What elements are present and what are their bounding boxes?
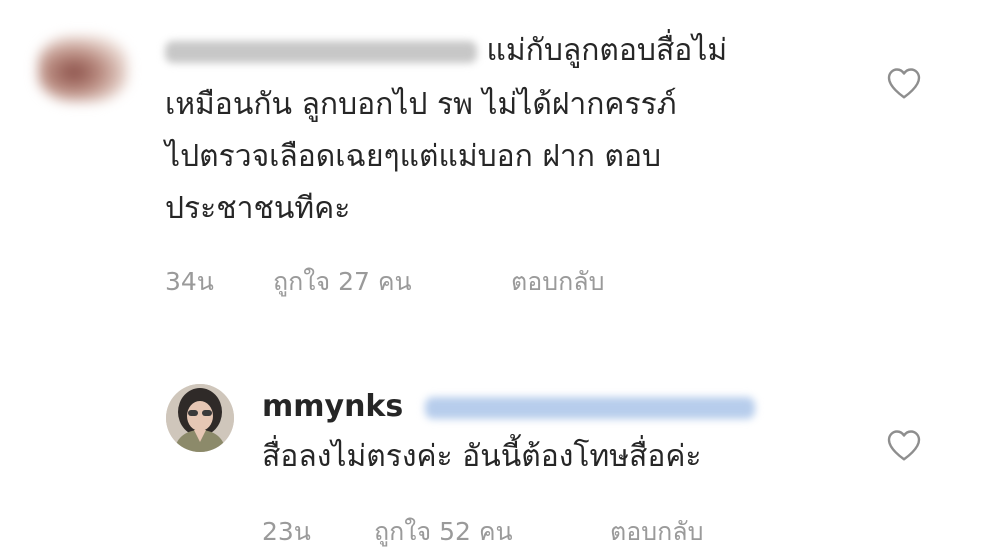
timestamp: 23น [262, 517, 311, 546]
comment-2-header-row: mmynks [262, 382, 755, 432]
avatar[interactable] [38, 36, 128, 102]
heart-icon[interactable] [886, 66, 922, 100]
comment-1-line-1-row: แม่กับลูกตอบสื่อไม่ [165, 26, 727, 76]
comment-2-meta: 23น ถูกใจ 52 คน ตอบกลับ [262, 512, 703, 552]
comment-2-text: สื่อลงไม่ตรงค่ะ อันนี้ต้องโทษสื่อค่ะ [262, 439, 702, 474]
likes-count[interactable]: ถูกใจ 27 คน [273, 262, 511, 302]
comment-1-text-line-3: ไปตรวจเลือดเฉยๆแต่แม่บอก ฝาก ตอบ [165, 139, 662, 174]
reply-button[interactable]: ตอบกลับ [511, 262, 604, 302]
likes-count[interactable]: ถูกใจ 52 คน [374, 512, 610, 552]
blurred-mention[interactable] [424, 396, 755, 419]
reply-button[interactable]: ตอบกลับ [610, 512, 703, 552]
blurred-username[interactable] [165, 40, 477, 63]
username[interactable]: mmynks [262, 389, 403, 424]
comment-1-text-line-1: แม่กับลูกตอบสื่อไม่ [486, 33, 728, 68]
heart-icon[interactable] [886, 428, 922, 462]
profile-photo-icon [166, 384, 234, 452]
comment-1-text-line-2: เหมือนกัน ลูกบอกไป รพ ไม่ได้ฝากครรภ์ [165, 87, 677, 122]
comment-1-text-line-4: ประชาชนทีคะ [165, 191, 351, 226]
avatar[interactable] [166, 384, 234, 452]
comment-1-meta: 34น ถูกใจ 27 คน ตอบกลับ [165, 262, 604, 302]
timestamp: 34น [165, 267, 214, 296]
